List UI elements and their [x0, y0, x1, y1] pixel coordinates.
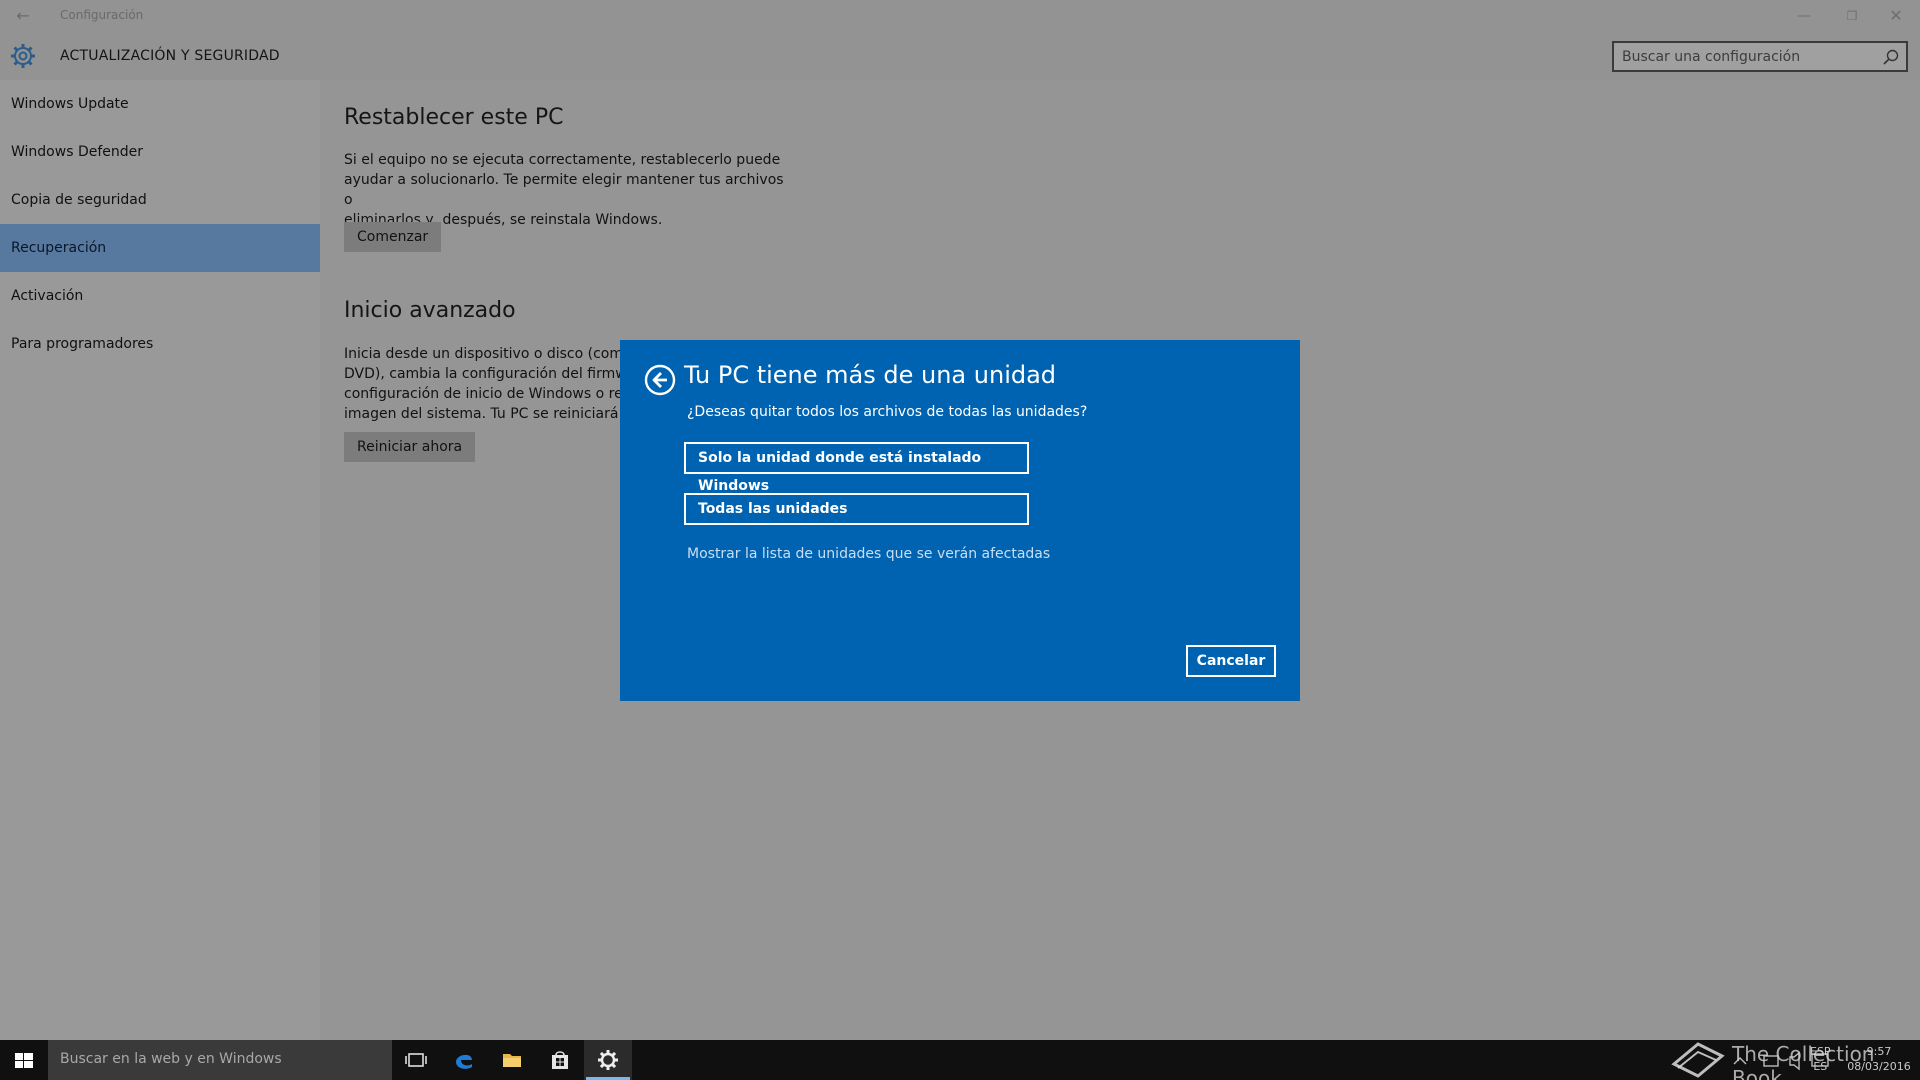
reset-description-line: ayudar a solucionarlo. Te permite elegir…: [344, 172, 784, 208]
restart-now-button[interactable]: Reiniciar ahora: [344, 432, 476, 462]
close-button[interactable]: ✕: [1882, 4, 1910, 28]
settings-search-box[interactable]: [1612, 41, 1908, 72]
reset-drives-dialog: Tu PC tiene más de una unidad ¿Deseas qu…: [620, 340, 1300, 701]
start-reset-button[interactable]: Comenzar: [344, 222, 442, 252]
sidebar-item-developers[interactable]: Para programadores: [0, 320, 320, 368]
taskbar-search-box[interactable]: Buscar en la web y en Windows: [48, 1040, 392, 1080]
show-affected-drives-link[interactable]: Mostrar la lista de unidades que se verá…: [687, 546, 1050, 562]
sidebar-nav: Windows Update Windows Defender Copia de…: [0, 80, 320, 1040]
search-icon[interactable]: [1882, 48, 1900, 66]
all-drives-button[interactable]: Todas las unidades: [684, 493, 1029, 525]
only-windows-drive-button[interactable]: Solo la unidad donde está instalado Wind…: [684, 442, 1029, 494]
minimize-button[interactable]: —: [1790, 4, 1818, 28]
sidebar-item-activation[interactable]: Activación: [0, 272, 320, 320]
title-bar: ← Configuración — ❐ ✕: [0, 0, 1920, 32]
advanced-startup-heading: Inicio avanzado: [344, 298, 516, 323]
watermark: The Collection Book: [1668, 1030, 1918, 1080]
settings-app-icon[interactable]: [584, 1040, 632, 1080]
book-logo-icon: [1671, 1042, 1725, 1078]
sidebar-item-windows-update[interactable]: Windows Update: [0, 80, 320, 128]
dialog-question: ¿Deseas quitar todos los archivos de tod…: [687, 404, 1088, 420]
task-view-icon[interactable]: [392, 1040, 440, 1080]
windows-start-icon[interactable]: [0, 1040, 48, 1080]
settings-search-input[interactable]: [1622, 47, 1872, 67]
file-explorer-icon[interactable]: [488, 1040, 536, 1080]
dialog-title: Tu PC tiene más de una unidad: [684, 361, 1057, 389]
store-icon[interactable]: [536, 1040, 584, 1080]
edge-browser-icon[interactable]: [440, 1040, 488, 1080]
settings-window: ← Configuración — ❐ ✕ ACTUALIZACIÓN Y SE…: [0, 0, 1920, 1040]
gear-icon: [11, 44, 35, 68]
section-title: ACTUALIZACIÓN Y SEGURIDAD: [60, 48, 280, 64]
back-circle-icon[interactable]: [644, 364, 676, 396]
reset-heading: Restablecer este PC: [344, 105, 564, 130]
settings-header: ACTUALIZACIÓN Y SEGURIDAD: [0, 32, 1920, 80]
sidebar-item-windows-defender[interactable]: Windows Defender: [0, 128, 320, 176]
sidebar-item-recovery[interactable]: Recuperación: [0, 224, 320, 272]
reset-description-line: Si el equipo no se ejecuta correctamente…: [344, 152, 781, 168]
maximize-button[interactable]: ❐: [1838, 4, 1866, 28]
taskbar: Buscar en la web y en Windows ESP ES 9:5…: [0, 1040, 1920, 1080]
sidebar-item-backup[interactable]: Copia de seguridad: [0, 176, 320, 224]
window-title: Configuración: [60, 8, 144, 22]
watermark-text: The Collection Book: [1732, 1042, 1875, 1080]
reset-description: Si el equipo no se ejecuta correctamente…: [344, 150, 784, 230]
cancel-button[interactable]: Cancelar: [1186, 645, 1276, 677]
back-arrow-icon[interactable]: ←: [12, 5, 34, 27]
taskbar-search-placeholder: Buscar en la web y en Windows: [60, 1051, 282, 1067]
